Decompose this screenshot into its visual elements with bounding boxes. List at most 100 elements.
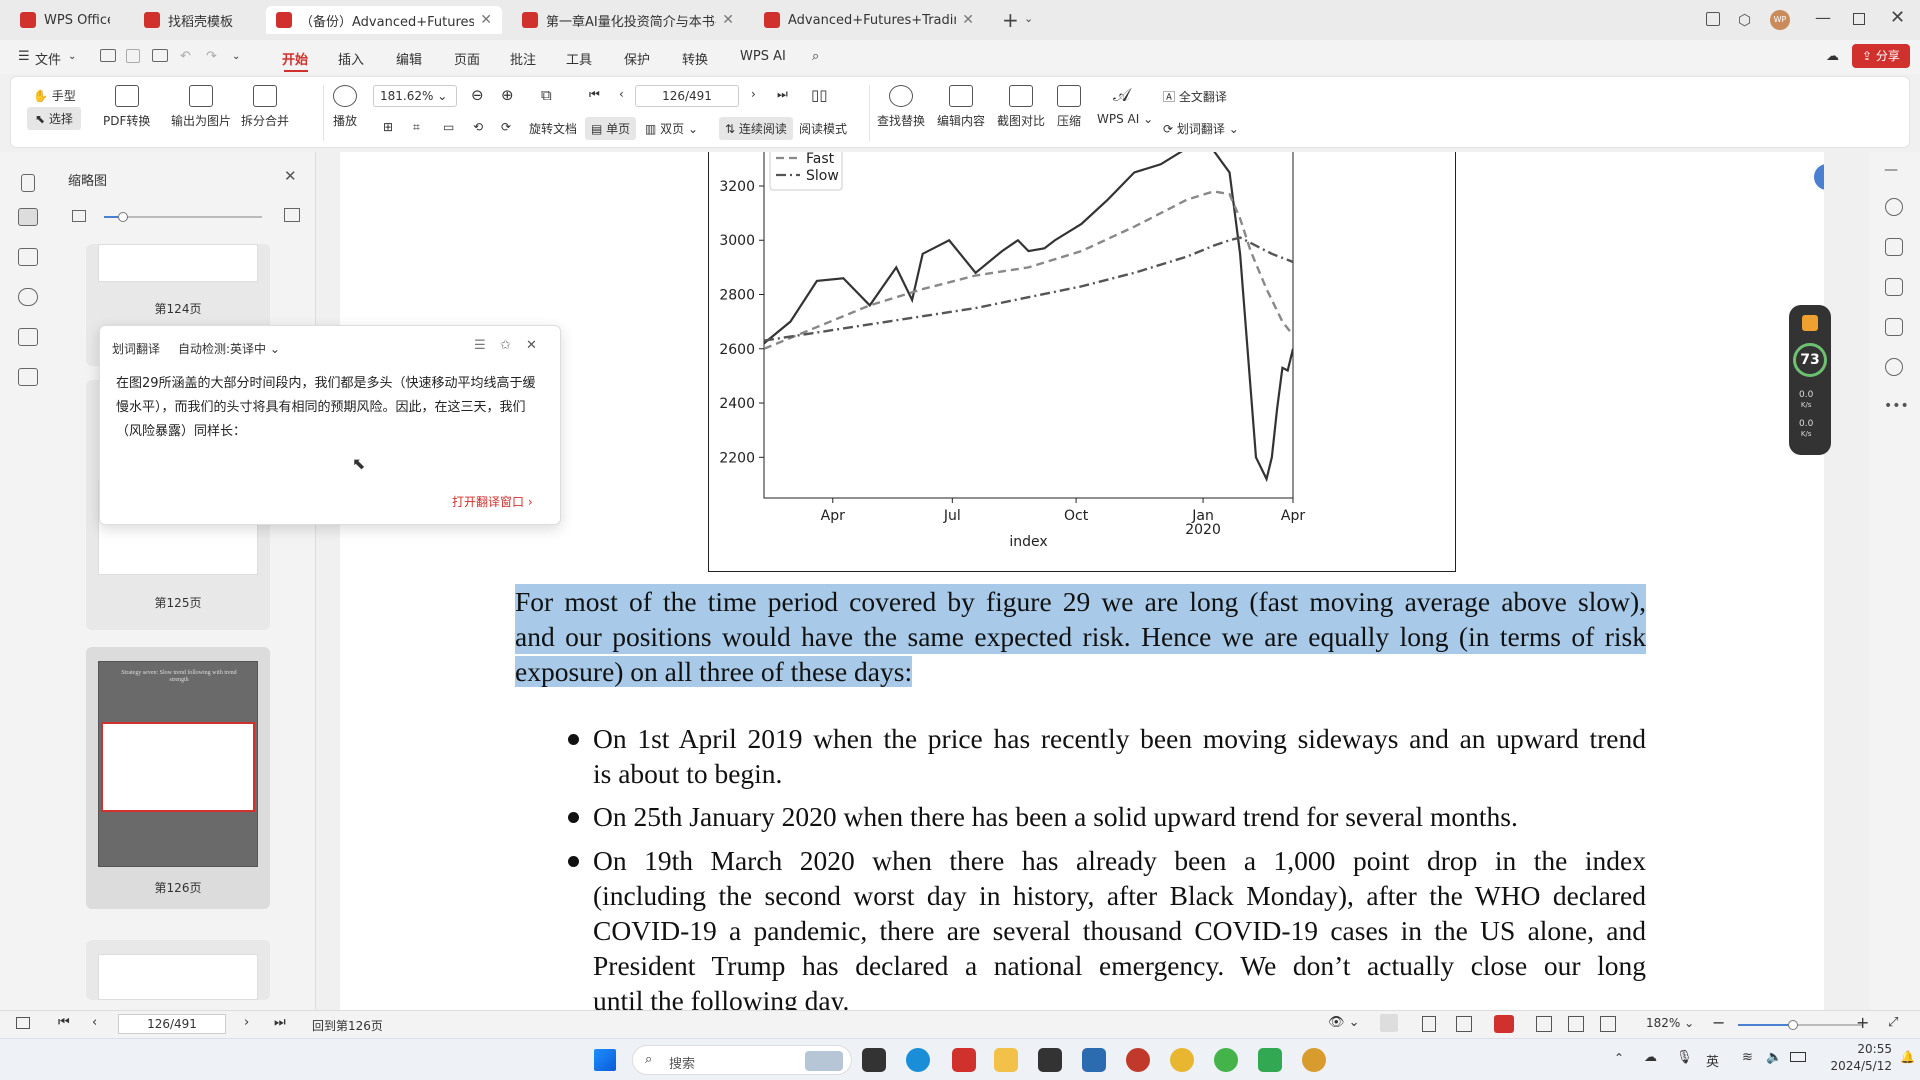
double-page-button[interactable]: ▥ 双页 ⌄ [645,120,698,137]
wps-ai-button[interactable]: 𝒜 WPS AI ⌄ [1097,85,1153,126]
prev-page-icon[interactable]: ‹ [92,1015,97,1030]
full-translate-button[interactable]: 🄰 全文翻译 [1163,88,1227,105]
window-restore-icon[interactable] [1706,12,1720,26]
bullet-text-line[interactable]: President Trump has declared a national … [593,948,1646,983]
attachment-icon[interactable] [18,288,38,306]
split-merge-button[interactable]: 拆分合并 [241,85,289,129]
clock-time[interactable]: 20:55 [1850,1042,1892,1056]
menu-item-2[interactable]: 编辑 [396,49,422,68]
menu-item-8[interactable]: WPS AI [740,49,786,64]
next-page-icon[interactable]: › [751,87,756,101]
new-tab-button[interactable]: + [1002,8,1019,32]
play-slideshow-icon[interactable] [1494,1015,1514,1033]
menu-item-1[interactable]: 插入 [338,49,364,68]
close-panel-icon[interactable]: ✕ [284,167,297,185]
python-app-icon[interactable] [1302,1048,1326,1072]
prev-page-icon[interactable]: ‹ [619,87,624,101]
battery-icon[interactable] [1790,1052,1806,1062]
rotate-left-icon[interactable]: ⟲ [473,120,483,134]
image-large-icon[interactable] [284,208,300,222]
settings-sliders-icon[interactable] [1885,278,1903,296]
bullet-text-line[interactable]: On 25th January 2020 when there has been… [593,799,1518,834]
hand-tool-button[interactable]: ✋ 手型 [33,87,76,104]
play-button[interactable]: 播放 [333,85,357,129]
bullet-text-line[interactable]: On 1st April 2019 when the price has rec… [593,721,1646,756]
menu-item-0[interactable]: 开始 [282,49,308,68]
menu-item-5[interactable]: 工具 [566,49,592,68]
eye-protect-icon[interactable]: 👁 ⌄ [1328,1015,1360,1030]
page-fit-icon[interactable]: ⧉ [541,86,552,104]
slider-handle[interactable] [118,212,128,222]
single-view-icon[interactable] [1422,1016,1436,1032]
single-page-button[interactable]: ▤ 单页 [585,117,637,140]
volume-icon[interactable]: 🔈 [1766,1050,1782,1065]
actual-size-icon[interactable] [1600,1016,1616,1032]
first-page-icon[interactable]: ⏮ [589,87,600,102]
print-icon[interactable] [152,49,168,62]
windows-start-icon[interactable] [594,1049,616,1071]
zoom-level[interactable]: 182% ⌄ [1646,1016,1694,1030]
continuous-view-icon[interactable] [1380,1014,1398,1032]
pin-icon[interactable]: ✩ [500,338,511,353]
book-icon[interactable]: ▯▯ [811,86,828,104]
next-page-icon[interactable]: › [244,1015,249,1030]
tab-0[interactable]: WPS Office [10,6,120,34]
hamburger-icon[interactable]: ☰ [18,49,30,64]
file-explorer-icon[interactable] [994,1048,1018,1072]
input-language[interactable]: 英 [1706,1051,1719,1070]
word-translate-button[interactable]: ⟳ 划词翻译 ⌄ [1163,120,1239,137]
fullscreen-icon[interactable]: ⤢ [1888,1015,1898,1030]
chevron-down-icon[interactable]: ⌄ [68,51,76,62]
float-tool-icon[interactable] [1814,164,1824,190]
fit-width-icon[interactable]: ⊞ [383,120,393,134]
menu-lines-icon[interactable]: ☰ [474,338,486,353]
save-icon[interactable] [126,49,140,63]
tab-4[interactable]: Advanced+Futures+Trading+Strat✕ [754,6,984,34]
language-mode-select[interactable]: 自动检测:英译中 ⌄ [178,340,280,357]
menu-item-3[interactable]: 页面 [454,49,480,68]
onedrive-icon[interactable]: ☁ [1644,1050,1657,1065]
rotate-doc-button[interactable]: 旋转文档 [529,120,577,137]
search-icon[interactable]: ⌕ [812,49,819,64]
double-view-icon[interactable] [1456,1016,1472,1032]
help-icon[interactable] [1885,358,1903,376]
file-menu[interactable]: 文件 [35,49,61,68]
wifi-icon[interactable]: ≋ [1742,1050,1753,1065]
tab-close-icon[interactable]: ✕ [716,12,734,28]
menu-item-4[interactable]: 批注 [510,49,536,68]
thumbnail-size-slider[interactable] [104,212,262,222]
chrome-icon[interactable] [1170,1048,1194,1072]
zoom-out-button[interactable]: − [1712,1013,1725,1032]
actual-size-icon[interactable]: ▭ [443,120,454,134]
cloud-icon[interactable]: ☁ [1826,49,1839,64]
goto-page-text[interactable]: 回到第126页 [312,1017,383,1034]
tab-1[interactable]: 找稻壳模板 [134,6,258,34]
avatar[interactable]: WP [1770,10,1790,30]
tab-close-icon[interactable]: ✕ [474,12,492,28]
tab-list-chevron-icon[interactable]: ⌄ [1024,12,1033,25]
zoom-slider-handle[interactable] [1788,1020,1798,1030]
remote-desktop-icon[interactable] [1082,1048,1106,1072]
comment-icon[interactable] [18,248,38,266]
page-number-input[interactable]: 126/491 [635,85,739,107]
pdf-convert-button[interactable]: PDF转换 [103,85,150,129]
menu-item-6[interactable]: 保护 [624,49,650,68]
close-window-button[interactable]: ✕ [1890,7,1905,28]
task-view-icon[interactable] [862,1048,886,1072]
tab-close-icon[interactable]: ✕ [956,12,974,28]
undo-icon[interactable]: ↶ [180,49,191,64]
terminal-icon[interactable] [1038,1048,1062,1072]
zoom-slider[interactable] [1738,1020,1862,1030]
highlighted-text-line[interactable]: exposure) on all three of these days: [515,654,913,689]
open-translate-window-link[interactable]: 打开翻译窗口 › [452,493,533,510]
bullet-text-line[interactable]: until the following day. [593,983,849,1010]
last-page-icon[interactable]: ⏭ [274,1015,286,1030]
notification-icon[interactable]: 🔔 [1900,1050,1915,1064]
edit-content-button[interactable]: 编辑内容 [937,85,985,129]
zoom-in-icon[interactable]: ⊕ [501,86,514,104]
fit-page-icon[interactable] [1568,1016,1584,1032]
first-page-icon[interactable]: ⏮ [58,1015,70,1030]
signature-icon[interactable] [18,328,38,346]
zoom-in-button[interactable]: + [1856,1013,1869,1032]
wps-app-icon[interactable] [952,1048,976,1072]
